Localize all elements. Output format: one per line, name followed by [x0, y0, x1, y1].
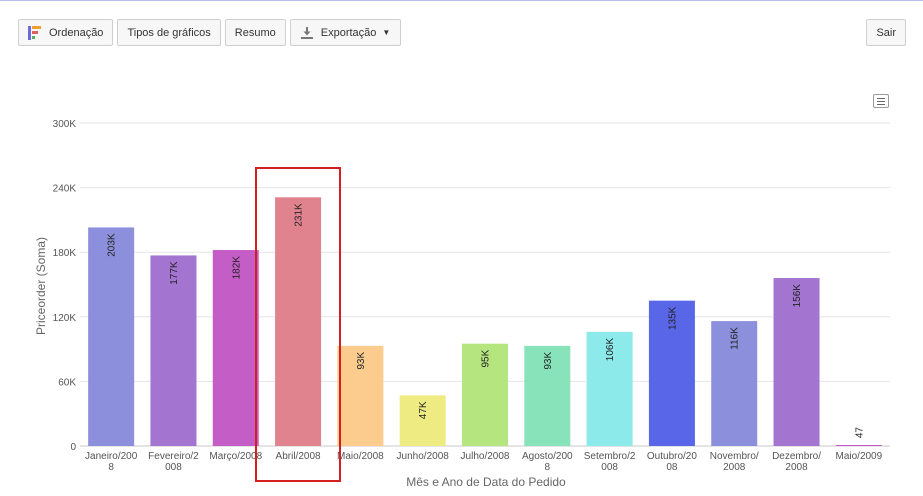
x-tick-label: Junho/2008 — [397, 451, 450, 462]
x-tick-label: 8 — [545, 462, 551, 473]
y-tick-label: 300K — [53, 119, 77, 130]
x-tick-label: Fevereiro/2 — [148, 451, 199, 462]
data-label: 135K — [667, 306, 678, 330]
x-tick-label: Julho/2008 — [461, 451, 510, 462]
y-tick-label: 180K — [53, 248, 77, 259]
y-tick-label: 240K — [53, 184, 77, 195]
bar[interactable] — [88, 227, 135, 446]
x-tick-label: Maio/2008 — [337, 451, 384, 462]
data-label: 93K — [356, 352, 367, 370]
x-tick-label: Maio/2009 — [835, 451, 882, 462]
x-tick-label: 08 — [666, 462, 678, 473]
x-tick-label: 8 — [108, 462, 114, 473]
y-tick-label: 0 — [70, 442, 76, 453]
data-label: 231K — [294, 203, 305, 227]
bar-chart: 0 60K 120K 180K 240K 300K 203K 177K 182K 231K 93K… — [34, 119, 890, 489]
x-tick-label: Setembro/2 — [584, 451, 636, 462]
data-label: 177K — [169, 261, 180, 285]
x-tick-label: Agosto/200 — [522, 451, 573, 462]
data-label: 47K — [418, 401, 429, 419]
x-tick-label: Outubro/20 — [647, 451, 697, 462]
x-tick-label: Abril/2008 — [276, 451, 321, 462]
x-tick-label: 008 — [601, 462, 618, 473]
data-label: 106K — [605, 338, 616, 362]
y-tick-label: 120K — [53, 313, 77, 324]
data-label: 93K — [543, 352, 554, 370]
bar[interactable] — [835, 445, 882, 446]
y-tick-label: 60K — [58, 377, 76, 388]
x-tick-label: Novembro/ — [710, 451, 759, 462]
x-tick-label: 2008 — [785, 462, 808, 473]
data-label: 95K — [481, 349, 492, 367]
data-label: 47 — [854, 427, 865, 439]
x-tick-label: 008 — [165, 462, 182, 473]
data-label: 203K — [107, 233, 118, 257]
x-tick-label: Dezembro/ — [772, 451, 821, 462]
data-label: 182K — [231, 256, 242, 280]
data-label: 116K — [730, 327, 741, 350]
x-tick-label: Março/2008 — [209, 451, 262, 462]
x-axis-title: Mês e Ano de Data do Pedido — [406, 475, 566, 489]
x-tick-label: Janeiro/200 — [85, 451, 138, 462]
bar[interactable] — [275, 197, 322, 446]
data-label: 156K — [792, 284, 803, 308]
x-tick-label: 2008 — [723, 462, 746, 473]
y-axis-title: Priceorder (Soma) — [34, 237, 48, 335]
